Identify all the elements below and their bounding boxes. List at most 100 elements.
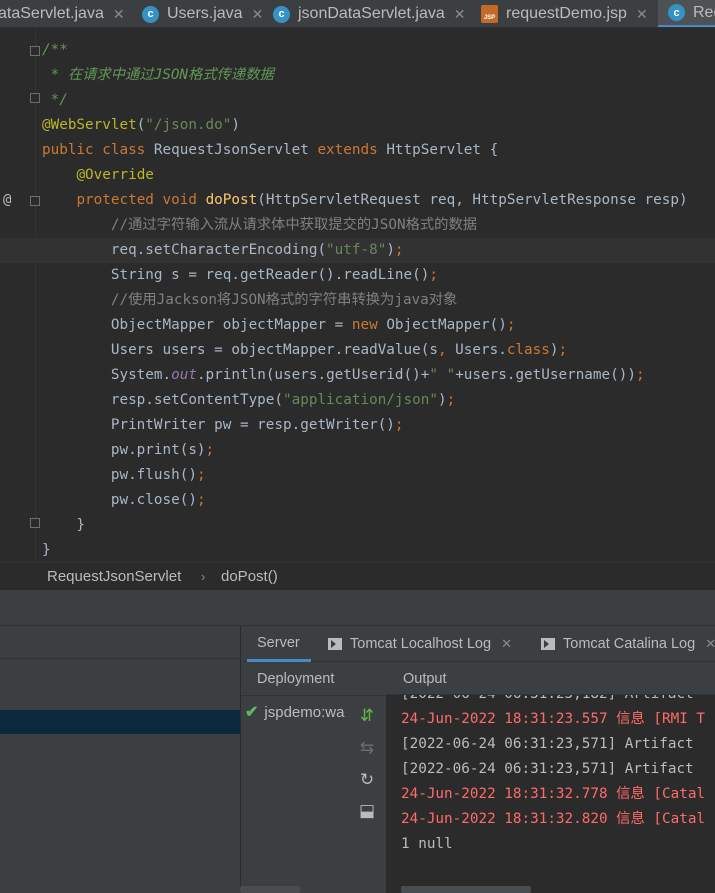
fold-marker-icon[interactable] [30, 196, 40, 206]
log-icon [541, 638, 555, 650]
tab-tomcat-catalina-log[interactable]: Tomcat Catalina Log ✕ [541, 626, 715, 662]
selected-tree-row[interactable] [0, 710, 240, 734]
code-token: ) [386, 242, 395, 258]
code-line[interactable]: //通过字符输入流从请求体中获取提交的JSON格式的数据 [0, 213, 715, 238]
code-line[interactable]: * 在请求中通过JSON格式传递数据 [0, 63, 715, 88]
services-tree-pane [0, 626, 240, 893]
code-line[interactable]: @Override [0, 163, 715, 188]
code-token: ; [429, 267, 438, 283]
output-line: 24-Jun-2022 18:31:32.778 信息 [Catal [401, 786, 706, 802]
tab-jsondataservlet-java[interactable]: c jsonDataServlet.java ✕ [273, 0, 466, 27]
close-icon[interactable]: ✕ [705, 636, 715, 652]
code-line[interactable]: Users users = objectMapper.readValue(s, … [0, 338, 715, 363]
code-token: pw.print(s) [42, 442, 206, 458]
deployment-item-label: jspdemo:wa [264, 703, 345, 721]
code-line[interactable]: ObjectMapper objectMapper = new ObjectMa… [0, 313, 715, 338]
breadcrumb-class[interactable]: RequestJsonServlet [47, 568, 181, 585]
log-icon [328, 638, 342, 650]
code-token: resp.setContentType( [42, 392, 284, 408]
code-line[interactable]: @WebServlet("/json.do") [0, 113, 715, 138]
code-token: .println(users.getUserid()+ [196, 367, 430, 383]
code-token: public class [42, 142, 154, 158]
deployment-header: Deployment [257, 671, 335, 687]
tab-tomcat-localhost-log[interactable]: Tomcat Localhost Log ✕ [328, 626, 512, 662]
code-token: " " [429, 367, 456, 383]
code-token: ; [196, 492, 206, 508]
code-token: RequestJsonServlet [153, 142, 318, 158]
tab-label: Users.java [167, 5, 243, 22]
code-editor[interactable]: /** * 在请求中通过JSON格式传递数据 */ @WebServlet("/j… [0, 28, 715, 562]
code-line[interactable]: } [0, 513, 715, 538]
code-line[interactable]: protected void doPost(HttpServletRequest… [0, 188, 715, 213]
refresh-icon[interactable]: ↻ [354, 768, 380, 792]
code-token: /** [42, 42, 68, 58]
code-token: ) [231, 117, 240, 133]
output-line: 1 null [401, 836, 453, 852]
code-token: @Override [76, 167, 154, 183]
close-icon[interactable]: ✕ [252, 6, 264, 23]
override-gutter-icon[interactable]: @ [3, 188, 11, 213]
fold-marker-icon[interactable] [30, 93, 40, 103]
code-line[interactable]: public class RequestJsonServlet extends … [0, 138, 715, 163]
code-token: new [351, 317, 387, 333]
code-text: pw.print(s); [42, 438, 214, 463]
code-line[interactable]: System.out.println(users.getUserid()+" "… [0, 363, 715, 388]
code-line[interactable]: } [0, 538, 715, 562]
code-line[interactable]: /** [0, 38, 715, 63]
redeploy-icon[interactable]: ⇵ [354, 704, 380, 728]
code-line[interactable]: resp.setContentType("application/json"); [0, 388, 715, 413]
code-token: protected void [76, 192, 206, 208]
code-line[interactable]: PrintWriter pw = resp.getWriter(); [0, 413, 715, 438]
code-token: out [171, 367, 197, 383]
code-text: } [42, 538, 51, 562]
code-text: resp.setContentType("application/json"); [42, 388, 455, 413]
tab-label: Req [693, 3, 715, 21]
divider [241, 695, 386, 696]
close-icon[interactable]: ✕ [636, 6, 648, 23]
output-console[interactable]: [2022-06-24 06:31:23,182] Artifact 24-Jun… [386, 695, 715, 893]
code-line[interactable]: pw.close(); [0, 488, 715, 513]
code-text: /** [42, 38, 68, 63]
code-text: pw.flush(); [42, 463, 206, 488]
tab-label: ataServlet.java [0, 5, 104, 22]
code-token: +users.getUsername()) [455, 367, 636, 383]
tab-dataservlet[interactable]: ataServlet.java ✕ [0, 0, 125, 27]
code-line[interactable]: req.setCharacterEncoding("utf-8"); [0, 238, 715, 263]
class-icon: c [668, 4, 685, 21]
tab-requestjsonservlet[interactable]: c Req [658, 0, 715, 27]
code-token: "utf-8" [326, 242, 387, 258]
code-line[interactable]: pw.flush(); [0, 463, 715, 488]
code-token: ObjectMapper() [386, 317, 507, 333]
code-line[interactable]: */ [0, 88, 715, 113]
code-token: ; [506, 317, 516, 333]
code-token: //通过字符输入流从请求体中获取提交的JSON格式的数据 [110, 217, 478, 233]
tab-requestdemo-jsp[interactable]: JSP requestDemo.jsp ✕ [481, 0, 648, 27]
tab-server[interactable]: Server [247, 626, 311, 662]
code-token: extends [317, 142, 387, 158]
close-icon[interactable]: ✕ [454, 6, 466, 23]
deployment-item[interactable]: ✔ jspdemo:wa [245, 702, 344, 722]
close-icon[interactable]: ✕ [501, 636, 512, 652]
breadcrumb-method[interactable]: doPost() [221, 568, 278, 585]
close-icon[interactable]: ✕ [113, 6, 125, 23]
code-text: ObjectMapper objectMapper = new ObjectMa… [42, 313, 516, 338]
fold-marker-icon[interactable] [30, 46, 40, 56]
scrollbar[interactable] [240, 886, 300, 893]
fold-marker-icon[interactable] [30, 518, 40, 528]
code-line[interactable]: String s = req.getReader().readLine(); [0, 263, 715, 288]
code-token: HttpServlet { [386, 142, 499, 158]
undeploy-icon[interactable]: ⇆ [354, 736, 380, 760]
code-line[interactable]: //使用Jackson将JSON格式的字符串转换为java对象 [0, 288, 715, 313]
code-line[interactable]: pw.print(s); [0, 438, 715, 463]
code-token: , [437, 342, 456, 358]
scrollbar[interactable] [401, 886, 531, 893]
divider [0, 658, 240, 659]
code-text: } [42, 513, 85, 538]
deploy-icon[interactable]: ⬓ [354, 799, 380, 823]
code-token: ObjectMapper objectMapper = [42, 317, 352, 333]
class-icon: c [273, 5, 290, 23]
code-token: ; [558, 342, 568, 358]
tab-users-java[interactable]: c Users.java ✕ [142, 0, 264, 27]
check-icon: ✔ [245, 704, 259, 721]
